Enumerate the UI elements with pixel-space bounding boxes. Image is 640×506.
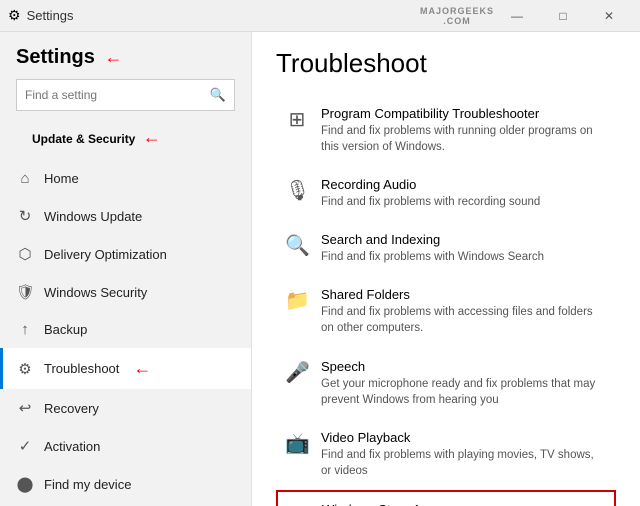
trouble-icon-video-playback: 📺 xyxy=(285,431,309,456)
nav-icon-troubleshoot: ⚙ xyxy=(16,360,34,378)
sidebar-title-wrapper: Settings ← xyxy=(16,46,235,69)
search-icon[interactable]: 🔍 xyxy=(210,87,226,103)
sidebar-title-text: Settings xyxy=(16,46,95,68)
trouble-icon-program-compat: ⊞ xyxy=(285,107,309,132)
nav-icon-delivery: ⬡ xyxy=(16,245,34,263)
sidebar-item-findmydevice[interactable]: ⬤ Find my device xyxy=(0,465,251,503)
settings-icon: ⚙ xyxy=(8,7,21,24)
trouble-desc-video-playback: Find and fix problems with playing movie… xyxy=(321,447,607,479)
trouble-item-video-playback[interactable]: 📺 Video Playback Find and fix problems wit… xyxy=(276,419,616,490)
nav-label-update: Windows Update xyxy=(44,209,142,224)
section-label: Update & Security xyxy=(32,132,135,146)
nav-label-backup: Backup xyxy=(44,322,87,337)
nav-icon-security: 🛡 xyxy=(16,283,34,301)
section-label-wrapper: Update & Security ← xyxy=(16,123,235,152)
title-bar-left: ⚙ Settings xyxy=(8,7,420,24)
trouble-desc-recording-audio: Find and fix problems with recording sou… xyxy=(321,194,607,210)
troubleshoot-list: ⊞ Program Compatibility Troubleshooter Fin… xyxy=(276,95,616,506)
trouble-text-program-compat: Program Compatibility Troubleshooter Find… xyxy=(321,106,607,155)
trouble-desc-speech: Get your microphone ready and fix proble… xyxy=(321,376,607,408)
trouble-desc-search-indexing: Find and fix problems with Windows Searc… xyxy=(321,249,607,265)
trouble-item-recording-audio[interactable]: 🎙 Recording Audio Find and fix problems wi… xyxy=(276,166,616,221)
trouble-icon-search-indexing: 🔍 xyxy=(285,233,309,258)
close-button[interactable]: ✕ xyxy=(586,0,632,32)
nav-icon-backup: ↑ xyxy=(16,321,34,338)
trouble-icon-speech: 🎤 xyxy=(285,360,309,385)
sidebar-item-home[interactable]: ⌂ Home xyxy=(0,160,251,197)
trouble-item-windows-store-apps[interactable]: ⊞Windows Store AppsTroubleshoot problems… xyxy=(276,490,616,506)
sidebar-item-security[interactable]: 🛡 Windows Security xyxy=(0,273,251,311)
nav-icon-recovery: ↩ xyxy=(16,399,34,417)
trouble-icon-shared-folders: 📁 xyxy=(285,288,309,313)
sidebar-header: Settings ← 🔍 Update & Security ← xyxy=(0,32,251,160)
title-bar: ⚙ Settings MAJORGEEKS.COM — □ ✕ xyxy=(0,0,640,32)
search-box[interactable]: 🔍 xyxy=(16,79,235,111)
trouble-text-search-indexing: Search and Indexing Find and fix problems… xyxy=(321,232,607,265)
trouble-text-speech: Speech Get your microphone ready and fix … xyxy=(321,359,607,408)
trouble-item-search-indexing[interactable]: 🔍 Search and Indexing Find and fix problem… xyxy=(276,221,616,276)
minimize-button[interactable]: — xyxy=(494,0,540,32)
section-arrow: ← xyxy=(143,127,161,148)
trouble-name-video-playback: Video Playback xyxy=(321,430,607,445)
sidebar-item-activation[interactable]: ✓ Activation xyxy=(0,427,251,465)
title-arrow: ← xyxy=(104,47,122,68)
trouble-item-shared-folders[interactable]: 📁 Shared Folders Find and fix problems wit… xyxy=(276,276,616,347)
nav-label-activation: Activation xyxy=(44,439,100,454)
trouble-item-speech[interactable]: 🎤 Speech Get your microphone ready and fix… xyxy=(276,348,616,419)
trouble-text-recording-audio: Recording Audio Find and fix problems wit… xyxy=(321,177,607,210)
trouble-name-program-compat: Program Compatibility Troubleshooter xyxy=(321,106,607,121)
nav-label-security: Windows Security xyxy=(44,285,147,300)
trouble-name-speech: Speech xyxy=(321,359,607,374)
trouble-name-search-indexing: Search and Indexing xyxy=(321,232,607,247)
nav-icon-home: ⌂ xyxy=(16,170,34,187)
sidebar: Settings ← 🔍 Update & Security ← ⌂ Home ↻ W… xyxy=(0,32,252,506)
maximize-button[interactable]: □ xyxy=(540,0,586,32)
nav-label-findmydevice: Find my device xyxy=(44,477,131,492)
trouble-desc-program-compat: Find and fix problems with running older… xyxy=(321,123,607,155)
trouble-text-windows-store-apps: Windows Store AppsTroubleshoot problems … xyxy=(322,502,606,506)
nav-label-delivery: Delivery Optimization xyxy=(44,247,167,262)
nav-label-recovery: Recovery xyxy=(44,401,99,416)
watermark: MAJORGEEKS.COM xyxy=(420,6,494,26)
trouble-text-video-playback: Video Playback Find and fix problems with… xyxy=(321,430,607,479)
content-area: Troubleshoot ⊞ Program Compatibility Trou… xyxy=(252,32,640,506)
nav-label-troubleshoot: Troubleshoot xyxy=(44,361,119,376)
nav-icon-update: ↻ xyxy=(16,207,34,225)
sidebar-item-backup[interactable]: ↑ Backup xyxy=(0,311,251,348)
page-title: Troubleshoot xyxy=(276,48,616,79)
trouble-item-program-compat[interactable]: ⊞ Program Compatibility Troubleshooter Fin… xyxy=(276,95,616,166)
main-layout: Settings ← 🔍 Update & Security ← ⌂ Home ↻ W… xyxy=(0,32,640,506)
nav-icon-findmydevice: ⬤ xyxy=(16,475,34,493)
trouble-name-windows-store-apps: Windows Store Apps xyxy=(322,502,606,506)
nav-label-home: Home xyxy=(44,171,79,186)
trouble-icon-recording-audio: 🎙 xyxy=(285,178,309,203)
sidebar-item-delivery[interactable]: ⬡ Delivery Optimization xyxy=(0,235,251,273)
trouble-name-recording-audio: Recording Audio xyxy=(321,177,607,192)
title-controls: — □ ✕ xyxy=(494,0,632,32)
sidebar-item-update[interactable]: ↻ Windows Update xyxy=(0,197,251,235)
sidebar-nav: ⌂ Home ↻ Windows Update ⬡ Delivery Optimizati… xyxy=(0,160,251,506)
sidebar-item-recovery[interactable]: ↩ Recovery xyxy=(0,389,251,427)
sidebar-item-troubleshoot[interactable]: ⚙ Troubleshoot ← xyxy=(0,348,251,389)
trouble-text-shared-folders: Shared Folders Find and fix problems with… xyxy=(321,287,607,336)
troubleshoot-arrow: ← xyxy=(133,358,151,379)
nav-icon-activation: ✓ xyxy=(16,437,34,455)
search-input[interactable] xyxy=(25,88,210,102)
title-text: Settings xyxy=(27,8,74,23)
trouble-name-shared-folders: Shared Folders xyxy=(321,287,607,302)
trouble-desc-shared-folders: Find and fix problems with accessing fil… xyxy=(321,304,607,336)
